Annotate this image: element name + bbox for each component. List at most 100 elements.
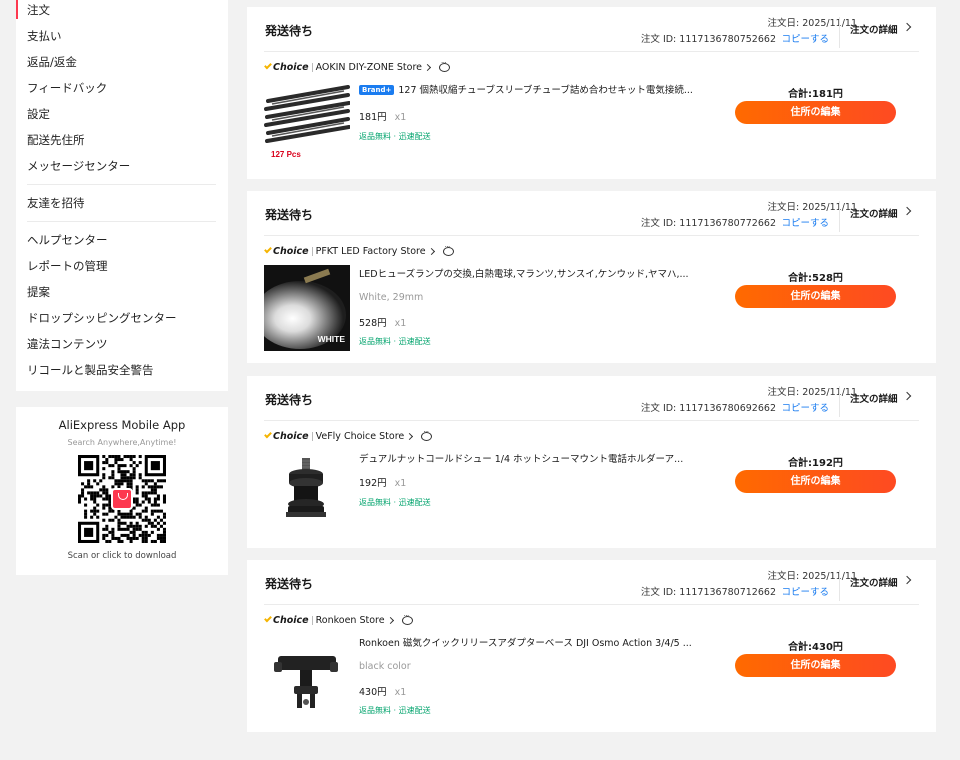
choice-badge: Choice [264,615,309,626]
product-title-link[interactable]: LEDヒューズランプの交換,白熱電球,マランツ,サンスイ,ケンウッド,ヤマハ,.… [359,266,709,280]
product-quantity: x1 [394,112,407,123]
order-card: 発送待ち 注文日: 2025/11/11 注文 ID: 111713678071… [247,560,936,732]
sidebar-item-returns[interactable]: 返品/返金 [16,49,228,75]
product-image[interactable]: WHITE [264,265,350,351]
order-details-link[interactable]: 注文の詳細 [850,391,898,405]
sidebar-item-illegal-content[interactable]: 違法コンテンツ [16,331,228,357]
copy-order-id-link[interactable]: コピーする [781,584,829,598]
store-divider [311,615,313,625]
edit-address-button[interactable]: 住所の編集 [735,101,896,124]
sidebar-divider [27,184,216,185]
store-name-link[interactable]: Ronkoen Store [316,615,385,626]
product-quantity: x1 [394,687,407,698]
choice-label: Choice [273,61,309,73]
chevron-right-icon[interactable] [902,391,912,401]
choice-label: Choice [273,614,309,626]
sidebar-item-help[interactable]: ヘルプセンター [16,227,228,253]
checkmark-icon [264,614,272,623]
sidebar-item-feedback[interactable]: フィードバック [16,75,228,101]
choice-label: Choice [273,430,309,442]
edit-address-button[interactable]: 住所の編集 [735,285,896,308]
product-price: 430円 [359,687,387,698]
sidebar-item-recalls[interactable]: リコールと製品安全警告 [16,357,228,383]
chevron-right-icon[interactable] [902,575,912,585]
product-image[interactable] [264,634,350,720]
sidebar-item-messages[interactable]: メッセージセンター [16,153,228,179]
store-divider [311,62,313,72]
order-divider [264,420,919,421]
store-name-link[interactable]: VeFly Choice Store [316,431,405,442]
product-title-link[interactable]: デュアルナットコールドシュー 1/4 ホットシューマウント電話ホルダーア... [359,451,709,465]
copy-order-id-link[interactable]: コピーする [781,400,829,414]
checkmark-icon [264,245,272,254]
store-name-link[interactable]: PFKT LED Factory Store [316,246,426,257]
order-details-link[interactable]: 注文の詳細 [850,206,898,220]
chat-icon[interactable] [442,243,454,256]
product-price-row: 192円 x1 [359,475,406,489]
order-total: 合計:528円 [788,273,843,284]
sidebar-item-reports[interactable]: レポートの管理 [16,253,228,279]
edit-address-button[interactable]: 住所の編集 [735,470,896,493]
chevron-right-icon[interactable] [427,247,435,255]
quick-release-adapter-image [264,634,350,720]
cold-shoe-mount-image [264,450,350,536]
order-status: 発送待ち [265,208,314,222]
order-id: 注文 ID: 1117136780712662 [640,587,776,598]
chevron-right-icon[interactable] [423,63,432,71]
sidebar-item-payments[interactable]: 支払い [16,23,228,49]
product-image[interactable]: 127 Pcs [264,81,350,167]
mobile-app-promo[interactable]: AliExpress Mobile App Search Anywhere,An… [16,407,228,575]
chevron-right-icon[interactable] [902,22,912,32]
shipping-info: 返品無料 · 迅速配送 [359,337,431,346]
order-card: 発送待ち 注文日: 2025/11/11 注文 ID: 111713678077… [247,191,936,363]
sidebar-item-settings[interactable]: 設定 [16,101,228,127]
header-divider [839,386,840,417]
store-row: Choice Ronkoen Store [264,612,413,627]
chat-icon[interactable] [439,59,451,72]
product-title-link[interactable]: Brand+ 127 個熱収縮チューブスリーブチューブ詰め合わせキット電気接続..… [359,82,709,96]
order-id: 注文 ID: 1117136780692662 [640,403,776,414]
sidebar-item-orders[interactable]: 注文 [16,0,228,23]
chat-icon[interactable] [401,612,413,625]
product-price-row: 528円 x1 [359,315,406,329]
order-details-link[interactable]: 注文の詳細 [850,575,898,589]
product-variant: black color [359,661,411,672]
checkmark-icon [264,430,272,439]
copy-order-id-link[interactable]: コピーする [781,31,829,45]
image-caption: WHITE [317,334,345,344]
account-sidebar: 注文 支払い 返品/返金 フィードバック 設定 配送先住所 メッセージセンター … [16,0,228,391]
chevron-right-icon[interactable] [902,206,912,216]
store-row: Choice PFKT LED Factory Store [264,243,454,258]
store-name-link[interactable]: AOKIN DIY-ZONE Store [316,62,422,73]
header-divider [839,17,840,48]
app-promo-footer: Scan or click to download [67,551,177,561]
sidebar-item-addresses[interactable]: 配送先住所 [16,127,228,153]
chat-icon[interactable] [421,428,433,441]
qr-code[interactable] [78,455,166,543]
product-title: Ronkoen 磁気クイックリリースアダプターベース DJI Osmo Acti… [359,638,692,649]
copy-order-id-link[interactable]: コピーする [781,215,829,229]
product-title: 127 個熱収縮チューブスリーブチューブ詰め合わせキット電気接続... [398,85,693,96]
product-image[interactable] [264,450,350,536]
order-divider [264,51,919,52]
sidebar-item-suggestions[interactable]: 提案 [16,279,228,305]
order-date: 注文日: 2025/11/11 [767,18,857,29]
order-date: 注文日: 2025/11/11 [767,202,857,213]
order-total: 合計:181円 [788,89,843,100]
sidebar-item-dropshipping[interactable]: ドロップシッピングセンター [16,305,228,331]
product-title-link[interactable]: Ronkoen 磁気クイックリリースアダプターベース DJI Osmo Acti… [359,635,709,649]
order-date: 注文日: 2025/11/11 [767,571,857,582]
chevron-right-icon[interactable] [386,616,394,624]
order-divider [264,235,919,236]
store-row: Choice VeFly Choice Store [264,428,433,443]
product-price: 528円 [359,318,387,329]
product-title: LEDヒューズランプの交換,白熱電球,マランツ,サンスイ,ケンウッド,ヤマハ,.… [359,269,689,280]
chevron-right-icon[interactable] [406,432,414,440]
order-details-link[interactable]: 注文の詳細 [850,22,898,36]
app-promo-title: AliExpress Mobile App [58,418,186,432]
sidebar-item-invite[interactable]: 友達を招待 [16,190,228,216]
shipping-info: 返品無料 · 迅速配送 [359,498,431,507]
product-title: デュアルナットコールドシュー 1/4 ホットシューマウント電話ホルダーア... [359,454,684,465]
store-row: Choice AOKIN DIY-ZONE Store [264,59,451,74]
edit-address-button[interactable]: 住所の編集 [735,654,896,677]
